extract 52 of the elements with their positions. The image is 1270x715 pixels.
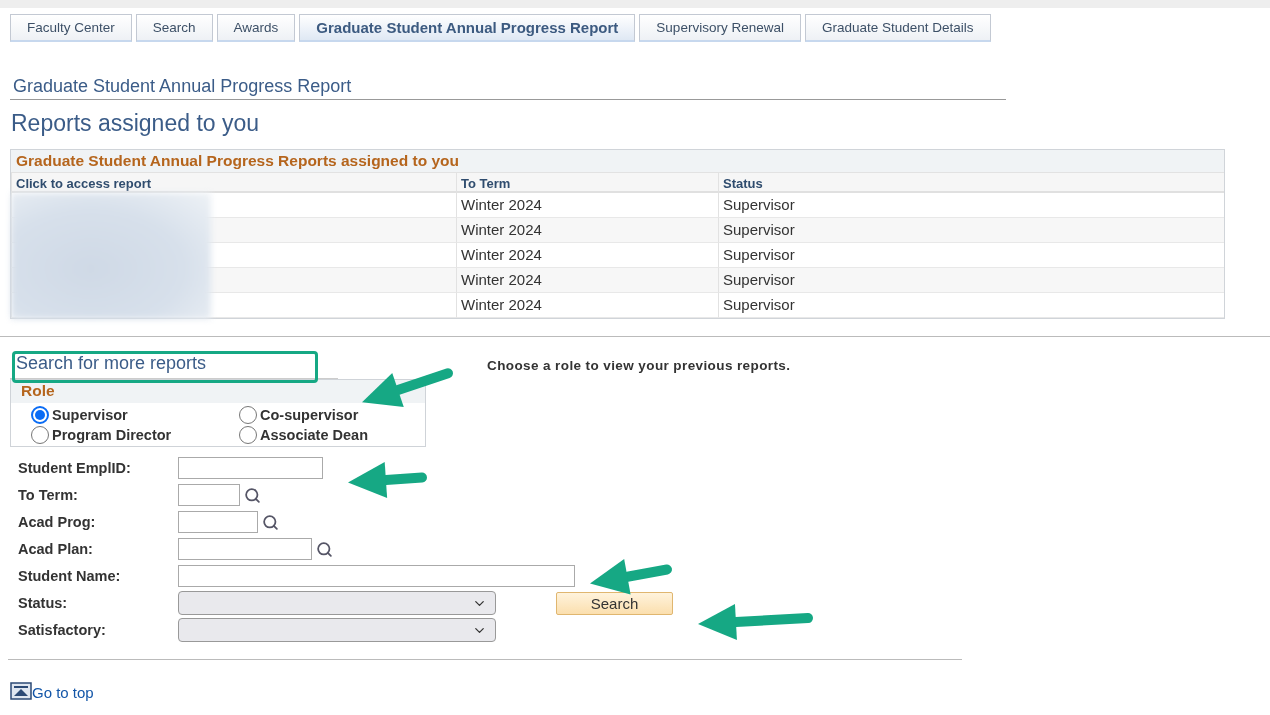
table-title: Graduate Student Annual Progress Reports assigned to you (11, 150, 1224, 172)
table-cell: Winter 2024 (456, 293, 718, 318)
table-cell: Supervisor (718, 193, 1224, 218)
go-to-top-icon[interactable] (10, 681, 32, 700)
go-to-top-link[interactable]: Go to top (32, 684, 94, 701)
search-icon[interactable] (244, 486, 261, 504)
search-button[interactable]: Search (556, 591, 673, 615)
section-title: Search for more reports (10, 349, 338, 379)
column-header: Click to access report (11, 172, 456, 193)
dropdown-field[interactable] (178, 591, 496, 615)
search-icon[interactable] (262, 513, 279, 531)
radio-option[interactable]: Program Director (31, 426, 239, 444)
tab[interactable]: Search (135, 14, 213, 42)
field-label: Student Name: (18, 568, 122, 584)
input-field[interactable] (178, 565, 575, 587)
radio-button[interactable] (239, 406, 257, 424)
field-label: Acad Plan: (18, 541, 94, 557)
radio-button[interactable] (239, 426, 257, 444)
field-label: To Term: (18, 487, 79, 503)
column-header: To Term (456, 172, 718, 193)
input-field[interactable] (178, 511, 258, 533)
input-field[interactable] (178, 538, 312, 560)
tab[interactable]: Awards (216, 14, 296, 42)
field-label: Status: (18, 595, 69, 611)
table-cell: Supervisor (718, 243, 1224, 268)
field-label: Satisfactory: (18, 622, 107, 638)
radio-option[interactable]: Supervisor (31, 406, 239, 424)
hint-text: Choose a role to view your previous reports. (487, 358, 791, 375)
table-cell: Supervisor (718, 268, 1224, 293)
table-cell: Winter 2024 (456, 193, 718, 218)
table-cell: Winter 2024 (456, 243, 718, 268)
table-cell: Winter 2024 (456, 218, 718, 243)
table-cell: Supervisor (718, 293, 1224, 318)
search-icon[interactable] (316, 540, 333, 558)
dropdown-field[interactable] (178, 618, 496, 642)
radio-option[interactable]: Co-supervisor (239, 406, 425, 424)
radio-button[interactable] (31, 426, 49, 444)
input-field[interactable] (178, 484, 240, 506)
table-cell: Supervisor (718, 218, 1224, 243)
input-field[interactable] (178, 457, 323, 479)
tab[interactable]: Supervisory Renewal (639, 14, 801, 42)
column-header: Status (718, 172, 1224, 193)
tab[interactable]: Graduate Student Details (804, 14, 991, 42)
radio-button[interactable] (31, 406, 49, 424)
tab[interactable]: Graduate Student Annual Progress Report (299, 14, 636, 42)
field-label: Acad Prog: (18, 514, 97, 530)
page-title: Graduate Student Annual Progress Report (10, 76, 1006, 100)
section-heading: Reports assigned to you (11, 110, 261, 137)
table-cell: Winter 2024 (456, 268, 718, 293)
field-label: Student EmplID: (18, 460, 132, 476)
radio-option[interactable]: Associate Dean (239, 426, 425, 444)
tab[interactable]: Faculty Center (10, 14, 132, 42)
